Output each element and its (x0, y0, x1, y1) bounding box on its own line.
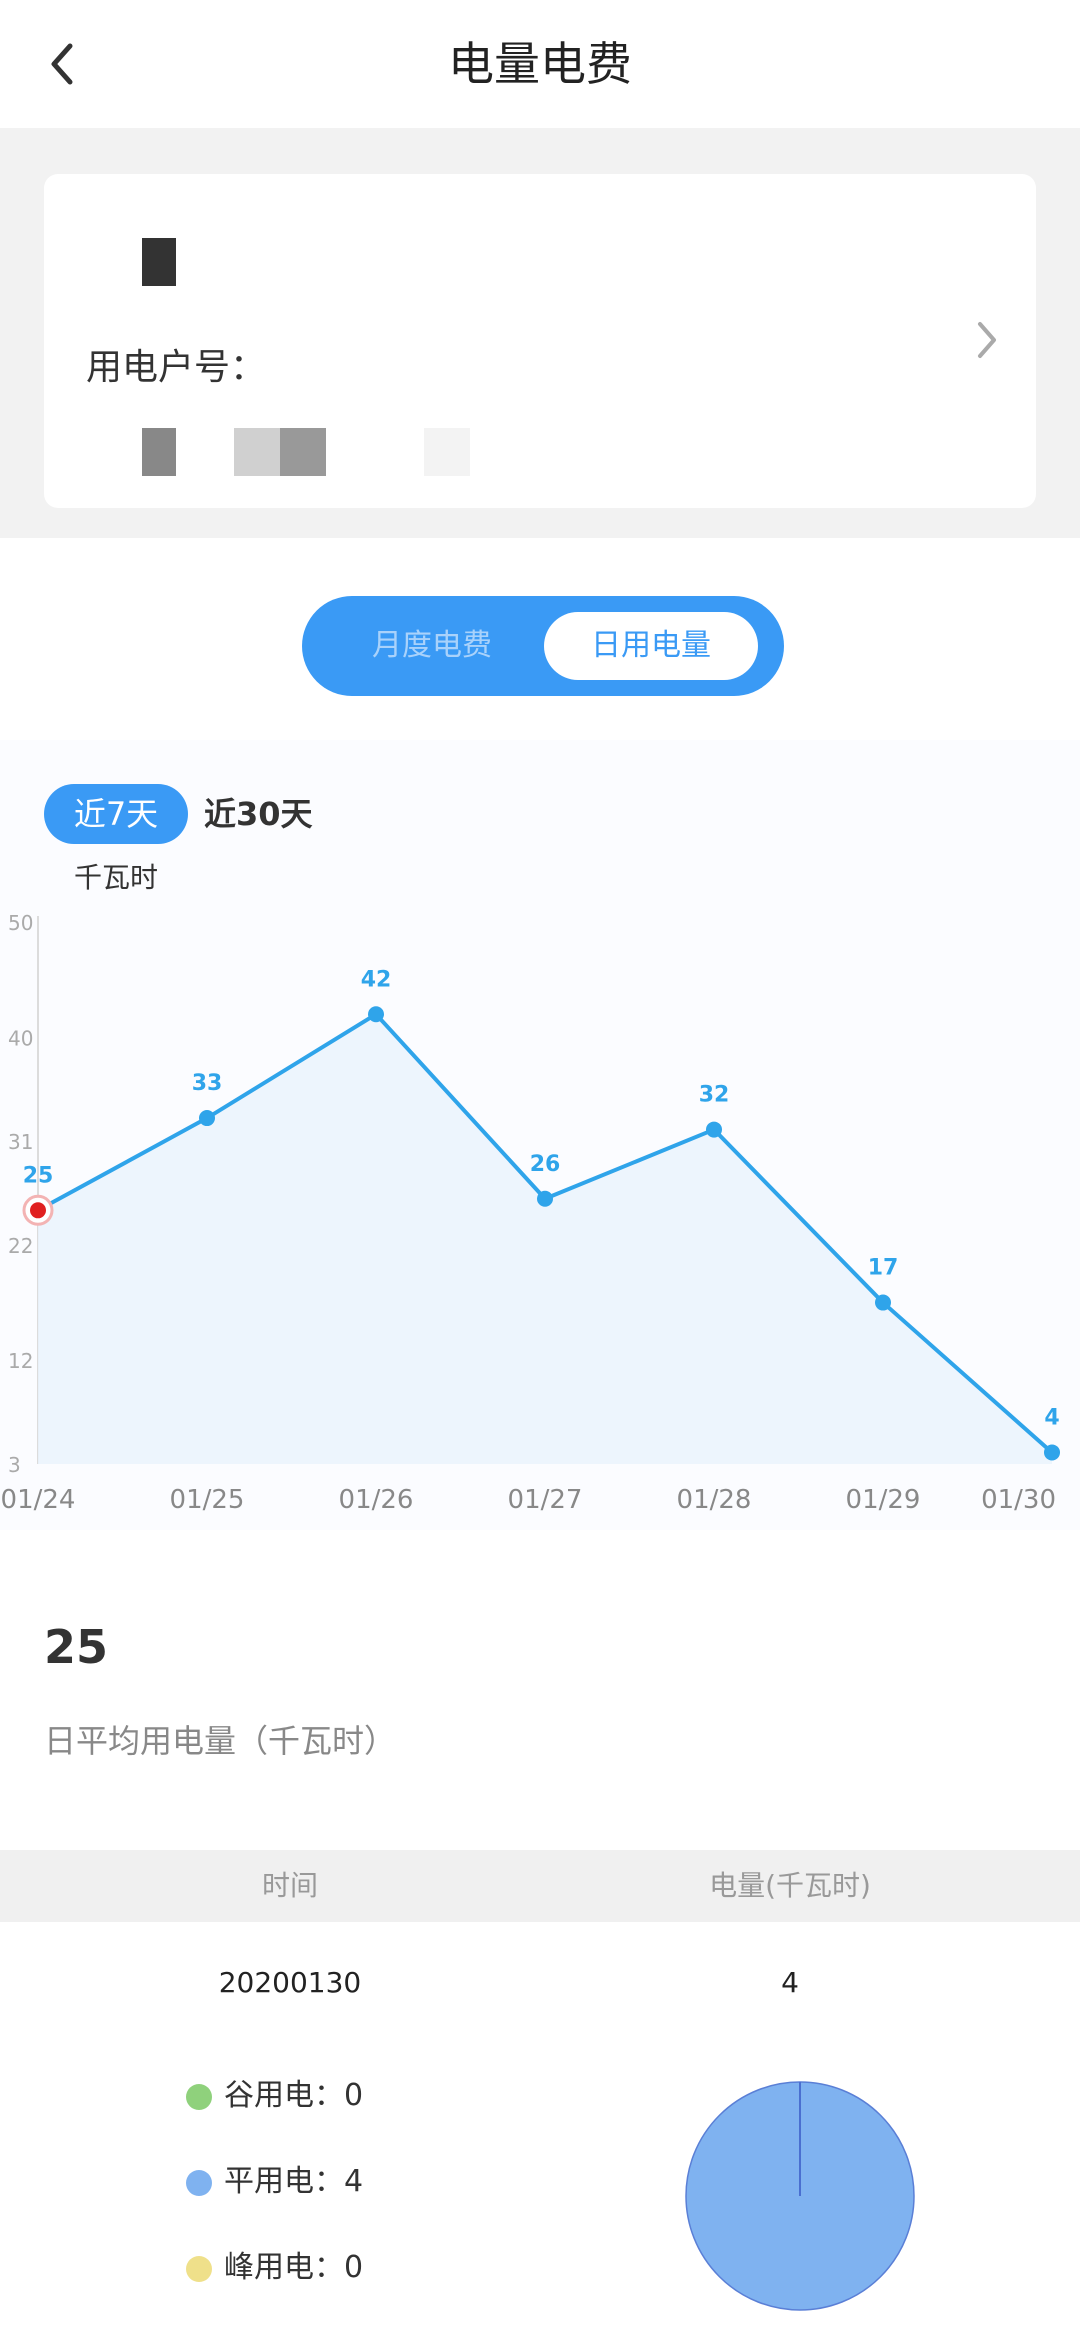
legend-valley-value: 0 (344, 2078, 364, 2113)
average-label: 日平均用电量（千瓦时） (44, 1722, 397, 1760)
x-tick-label: 01/25 (170, 1485, 245, 1515)
row-date: 20200130 (218, 1966, 362, 1999)
usage-line-chart: 3 12 22 31 40 50 25 33 42 26 32 17 4 01/24 01/25 01/26 0… (1, 911, 1060, 1515)
data-point (1044, 1444, 1060, 1461)
legend-peak-label: 峰用电： (224, 2250, 344, 2285)
data-label: 4 (1044, 1405, 1059, 1430)
redacted-block (142, 238, 176, 286)
chart-unit-label: 千瓦时 (74, 861, 159, 894)
redacted-block (234, 428, 280, 476)
legend-peak-value: 0 (344, 2250, 364, 2285)
data-point (537, 1190, 553, 1207)
column-header-time: 时间 (261, 1869, 318, 1902)
x-tick-label: 01/24 (1, 1485, 76, 1515)
data-label: 32 (699, 1083, 730, 1108)
tab-daily-usage[interactable]: 日用电量 (544, 612, 758, 680)
page-title: 电量电费 (448, 37, 632, 91)
x-tick-label: 01/28 (677, 1485, 752, 1515)
range-30-days-button[interactable]: 近30天 (204, 784, 313, 844)
data-label: 33 (192, 1071, 223, 1096)
redacted-block (142, 428, 176, 476)
peak-dot-icon (186, 2255, 212, 2282)
y-tick-label: 50 (8, 911, 33, 935)
highlight-point (30, 1202, 46, 1219)
usage-area (38, 1014, 1052, 1464)
x-tick-label: 01/30 (981, 1485, 1056, 1515)
y-tick-label: 12 (8, 1349, 33, 1373)
legend-flat: 平用电：4 (186, 2162, 363, 2202)
flat-dot-icon (186, 2169, 212, 2196)
redacted-block (424, 428, 470, 476)
data-point (875, 1294, 891, 1311)
chevron-right-icon[interactable] (972, 316, 1002, 364)
data-label: 25 (23, 1163, 54, 1188)
legend-valley-label: 谷用电： (224, 2078, 344, 2113)
legend-peak: 峰用电：0 (186, 2248, 363, 2288)
y-tick-label: 3 (8, 1453, 21, 1477)
x-tick-label: 01/29 (846, 1485, 921, 1515)
usage-pie-chart (685, 2081, 915, 2311)
data-point (199, 1110, 215, 1127)
range-7-days-button[interactable]: 近7天 (44, 784, 188, 844)
data-point (706, 1121, 722, 1138)
data-label: 26 (530, 1152, 561, 1177)
x-tick-label: 01/27 (508, 1485, 583, 1515)
tab-monthly-fee[interactable]: 月度电费 (334, 614, 530, 678)
y-tick-label: 31 (8, 1130, 33, 1154)
y-tick-label: 40 (8, 1026, 33, 1050)
y-tick-label: 22 (8, 1234, 33, 1258)
legend-valley: 谷用电：0 (186, 2076, 363, 2116)
data-point (368, 1006, 384, 1023)
legend-flat-value: 4 (344, 2164, 364, 2199)
legend-flat-label: 平用电： (224, 2164, 344, 2199)
valley-dot-icon (186, 2083, 212, 2110)
row-energy-value: 4 (781, 1966, 799, 1999)
redacted-block (280, 428, 326, 476)
data-label: 17 (868, 1256, 899, 1281)
account-number-label: 用电户号： (86, 347, 267, 388)
x-tick-label: 01/26 (339, 1485, 414, 1515)
column-header-energy: 电量(千瓦时) (709, 1869, 871, 1902)
data-label: 42 (361, 967, 392, 992)
average-value: 25 (44, 1620, 109, 1674)
